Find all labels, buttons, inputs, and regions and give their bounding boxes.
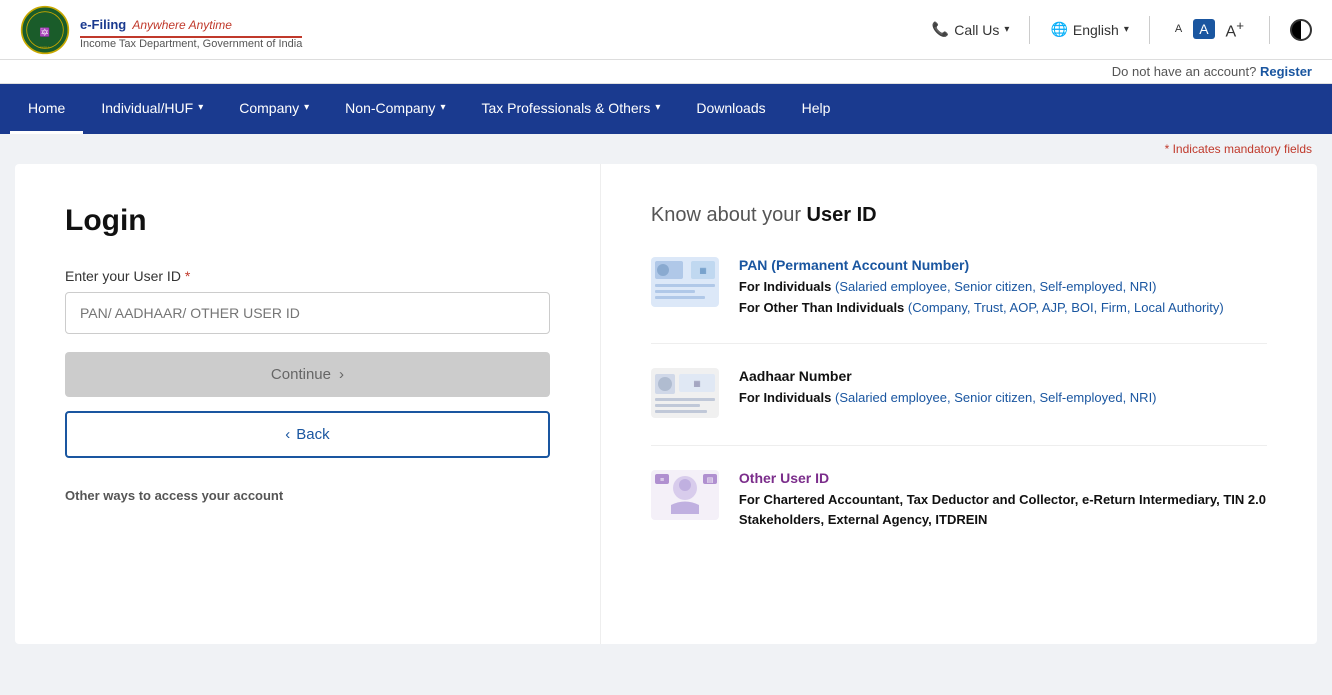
login-form-panel: Login Enter your User ID * Continue › ‹ … bbox=[15, 164, 601, 644]
nav-taxpro-label: Tax Professionals & Others bbox=[481, 100, 650, 116]
top-right-controls: 📞 Call Us ▾ 🌐 English ▾ A A A+ bbox=[932, 16, 1312, 44]
pan-userid-item: ▦ PAN (Permanent Account Number) For Ind… bbox=[651, 257, 1267, 344]
emblem-icon: 🔯 INDIA bbox=[20, 5, 70, 55]
nav-individual-label: Individual/HUF bbox=[101, 100, 193, 116]
call-us-button[interactable]: 📞 Call Us ▾ bbox=[932, 21, 1010, 38]
login-card: Login Enter your User ID * Continue › ‹ … bbox=[15, 164, 1317, 644]
other-userid-heading: Other User ID bbox=[739, 470, 1267, 486]
main-navigation: Home Individual/HUF ▾ Company ▾ Non-Comp… bbox=[0, 84, 1332, 134]
logo-area: 🔯 INDIA e-Filing Anywhere Anytime Income… bbox=[20, 5, 302, 55]
continue-button[interactable]: Continue › bbox=[65, 352, 550, 397]
other-userid-icon: ≡ ▤ bbox=[651, 470, 719, 532]
pan-card-icon: ▦ bbox=[651, 257, 719, 319]
chevron-down-icon: ▾ bbox=[655, 102, 660, 113]
userid-field-label: Enter your User ID * bbox=[65, 268, 550, 284]
nav-item-noncompany[interactable]: Non-Company ▾ bbox=[327, 84, 463, 134]
logo-subtitle: Income Tax Department, Government of Ind… bbox=[80, 38, 302, 50]
svg-text:🔯: 🔯 bbox=[40, 27, 50, 37]
chevron-down-icon: ▾ bbox=[1124, 24, 1129, 35]
pan-heading: PAN (Permanent Account Number) bbox=[739, 257, 1224, 273]
mandatory-note: * Indicates mandatory fields bbox=[0, 134, 1332, 164]
font-medium-button[interactable]: A bbox=[1193, 19, 1214, 39]
chevron-down-icon: ▾ bbox=[440, 102, 445, 113]
font-small-button[interactable]: A bbox=[1170, 21, 1187, 37]
svg-text:INDIA: INDIA bbox=[40, 45, 50, 49]
svg-text:▦: ▦ bbox=[699, 266, 707, 275]
logo-title: e-Filing Anywhere Anytime bbox=[80, 9, 302, 38]
chevron-right-icon: › bbox=[339, 366, 344, 383]
userid-input[interactable] bbox=[65, 292, 550, 334]
nav-item-help[interactable]: Help bbox=[784, 84, 849, 134]
chevron-down-icon: ▾ bbox=[304, 102, 309, 113]
logo-text: e-Filing Anywhere Anytime Income Tax Dep… bbox=[80, 9, 302, 50]
divider bbox=[1149, 16, 1150, 44]
chevron-down-icon: ▾ bbox=[1004, 24, 1009, 35]
pan-info: PAN (Permanent Account Number) For Indiv… bbox=[739, 257, 1224, 319]
nav-noncompany-label: Non-Company bbox=[345, 100, 435, 116]
nav-item-downloads[interactable]: Downloads bbox=[678, 84, 783, 134]
divider bbox=[1269, 16, 1270, 44]
divider bbox=[1029, 16, 1030, 44]
back-button[interactable]: ‹ Back bbox=[65, 411, 550, 458]
aadhaar-info: Aadhaar Number For Individuals (Salaried… bbox=[739, 368, 1157, 421]
account-bar: Do not have an account? Register bbox=[0, 60, 1332, 84]
top-bar: 🔯 INDIA e-Filing Anywhere Anytime Income… bbox=[0, 0, 1332, 60]
contrast-toggle-button[interactable] bbox=[1290, 19, 1312, 41]
aadhaar-card-icon: ▦ bbox=[651, 368, 719, 421]
svg-text:▤: ▤ bbox=[707, 477, 714, 484]
other-ways-label: Other ways to access your account bbox=[65, 488, 550, 503]
svg-text:▦: ▦ bbox=[693, 379, 701, 388]
other-userid-info: Other User ID For Chartered Accountant, … bbox=[739, 470, 1267, 532]
pan-for-others: For Other Than Individuals (Company, Tru… bbox=[739, 298, 1224, 319]
nav-item-home[interactable]: Home bbox=[10, 84, 83, 134]
nav-home-label: Home bbox=[28, 100, 65, 116]
content-area: * Indicates mandatory fields Login Enter… bbox=[0, 134, 1332, 644]
know-userid-title: Know about your User ID bbox=[651, 204, 1267, 227]
aadhaar-heading: Aadhaar Number bbox=[739, 368, 1157, 384]
chevron-down-icon: ▾ bbox=[198, 102, 203, 113]
aadhaar-userid-item: ▦ Aadhaar Number For Individuals (Salari… bbox=[651, 368, 1267, 446]
font-large-button[interactable]: A+ bbox=[1221, 16, 1249, 43]
register-link[interactable]: Register bbox=[1260, 64, 1312, 79]
other-userid-description: For Chartered Accountant, Tax Deductor a… bbox=[739, 490, 1267, 532]
nav-item-company[interactable]: Company ▾ bbox=[221, 84, 327, 134]
pan-for-individuals: For Individuals (Salaried employee, Seni… bbox=[739, 277, 1224, 298]
nav-downloads-label: Downloads bbox=[696, 100, 765, 116]
aadhaar-for-individuals: For Individuals (Salaried employee, Seni… bbox=[739, 388, 1157, 409]
nav-help-label: Help bbox=[802, 100, 831, 116]
other-userid-item: ≡ ▤ Other User ID For Chartered Accounta… bbox=[651, 470, 1267, 556]
know-userid-panel: Know about your User ID ▦ bbox=[601, 164, 1317, 644]
nav-item-individual[interactable]: Individual/HUF ▾ bbox=[83, 84, 221, 134]
login-title: Login bbox=[65, 204, 550, 238]
nav-item-tax-professionals[interactable]: Tax Professionals & Others ▾ bbox=[463, 84, 678, 134]
font-size-controls: A A A+ bbox=[1170, 16, 1249, 43]
svg-text:≡: ≡ bbox=[660, 477, 664, 484]
globe-icon: 🌐 bbox=[1050, 21, 1067, 38]
required-indicator: * bbox=[185, 268, 190, 284]
language-selector[interactable]: 🌐 English ▾ bbox=[1050, 21, 1128, 38]
phone-icon: 📞 bbox=[932, 21, 949, 38]
chevron-left-icon: ‹ bbox=[285, 426, 290, 443]
nav-company-label: Company bbox=[239, 100, 299, 116]
